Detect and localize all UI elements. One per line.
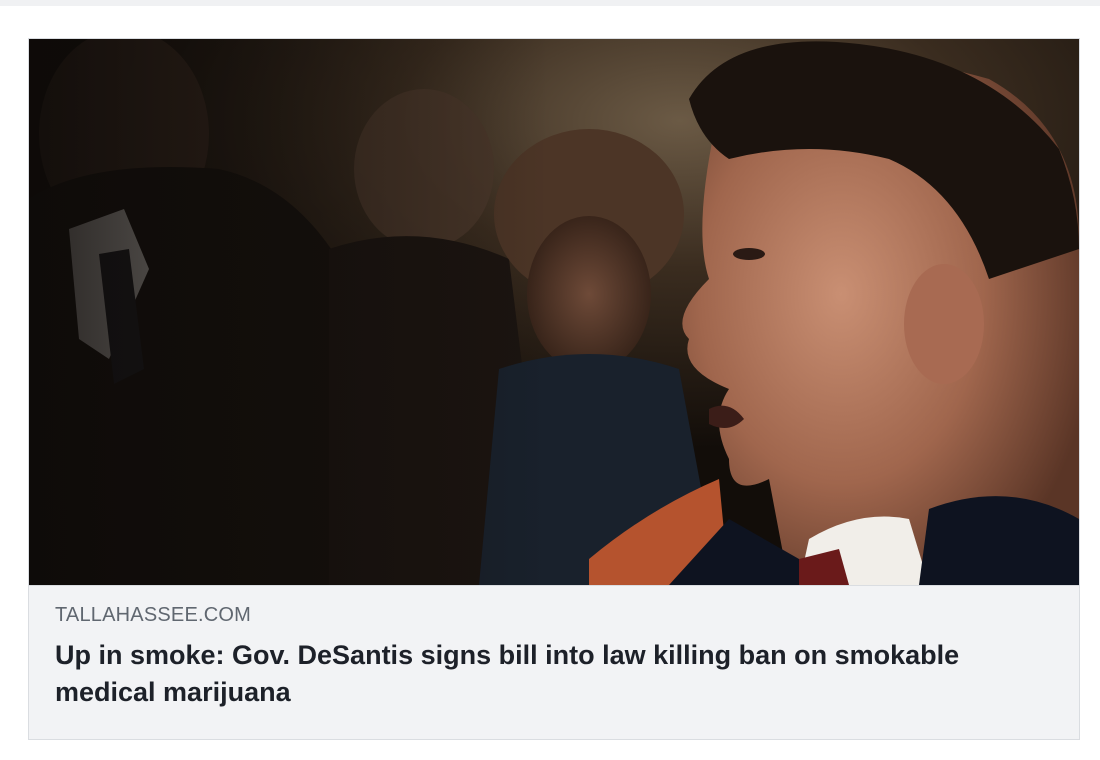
article-thumbnail-image[interactable]: [29, 39, 1079, 585]
news-photo: [29, 39, 1079, 585]
link-preview-card[interactable]: TALLAHASSEE.COM Up in smoke: Gov. DeSant…: [28, 38, 1080, 740]
article-headline[interactable]: Up in smoke: Gov. DeSantis signs bill in…: [55, 637, 1035, 711]
link-metadata[interactable]: TALLAHASSEE.COM Up in smoke: Gov. DeSant…: [29, 585, 1079, 739]
source-domain: TALLAHASSEE.COM: [55, 604, 252, 626]
top-divider: [0, 0, 1100, 6]
